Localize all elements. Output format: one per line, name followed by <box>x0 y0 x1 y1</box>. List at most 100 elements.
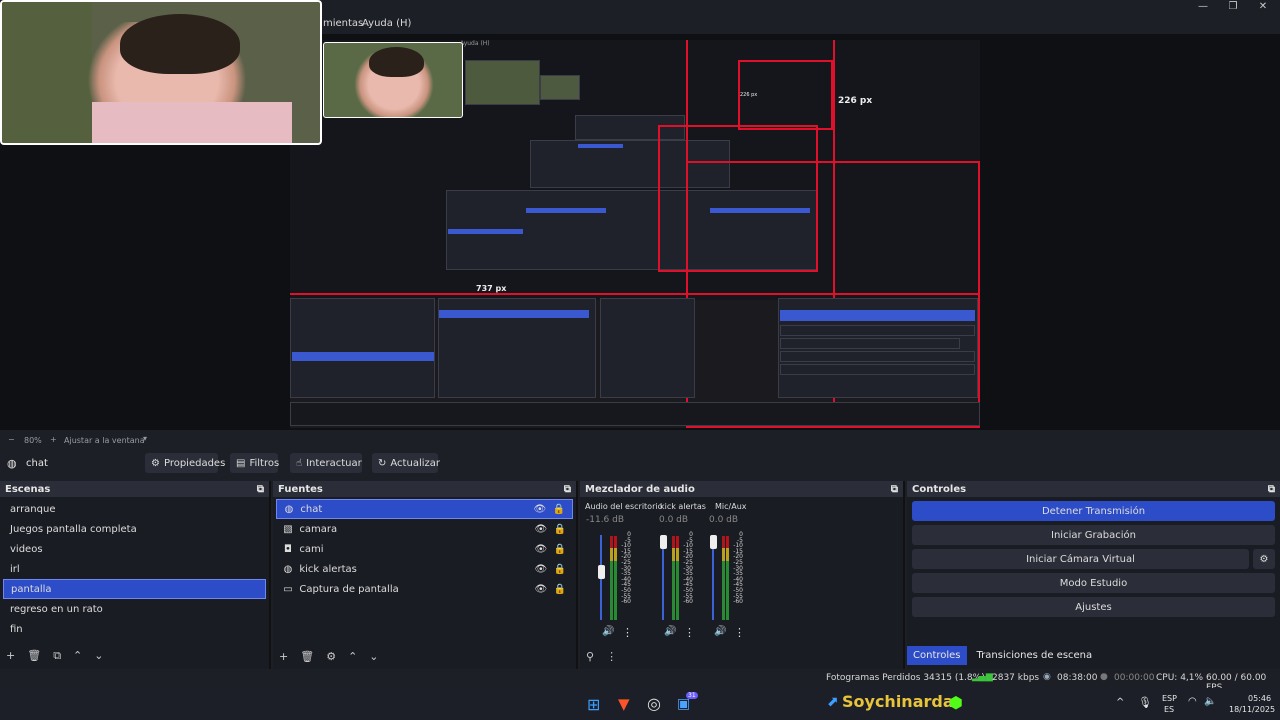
gear-icon[interactable]: ⚙ <box>326 650 336 663</box>
properties-button[interactable]: ⚙ Propiedades <box>145 453 225 473</box>
more-icon[interactable]: ⋮ <box>622 626 633 639</box>
chevron-up-icon[interactable]: ^ <box>1116 697 1124 708</box>
lock-icon[interactable]: 🔒 <box>554 524 566 535</box>
channel-db: -11.6 dB <box>586 515 625 525</box>
chevron-down-icon[interactable]: ▾ <box>143 434 147 443</box>
trash-icon[interactable]: 🗑 <box>27 649 41 663</box>
obs-icon[interactable]: ◎ <box>647 694 661 713</box>
settings-button[interactable]: Ajustes <box>912 597 1275 617</box>
trash-icon[interactable]: 🗑 <box>300 650 314 663</box>
source-item[interactable]: ◍ kick alertas 👁 🔒 <box>276 559 573 579</box>
scene-item[interactable]: arranque <box>3 499 266 519</box>
gear-icon[interactable]: ⚙ <box>1253 549 1275 569</box>
eye-icon[interactable]: 👁 <box>534 584 547 595</box>
lock-icon[interactable]: 🔒 <box>553 504 565 515</box>
start-recording-button[interactable]: Iniciar Grabación <box>912 525 1275 545</box>
start-virtual-camera-button[interactable]: Iniciar Cámara Virtual <box>912 549 1249 569</box>
undock-icon[interactable]: ⧉ <box>564 484 571 495</box>
source-item-selected[interactable]: ◍ chat 👁 🔒 <box>276 499 573 519</box>
camera-icon: ◘ <box>284 543 292 555</box>
scene-item-selected[interactable]: pantalla <box>3 579 266 599</box>
interact-button[interactable]: ☝ Interactuar <box>290 453 362 473</box>
zoom-bar: − 80% + Ajustar a la ventana ▾ <box>0 432 1280 448</box>
menu-item-tools[interactable]: mientas <box>323 18 363 29</box>
source-item[interactable]: ▧ camara 👁 🔒 <box>276 519 573 539</box>
tab-controls[interactable]: Controles <box>907 646 967 665</box>
eye-icon[interactable]: 👁 <box>534 524 547 535</box>
webcam-overlay[interactable] <box>0 0 322 145</box>
brave-browser-icon[interactable]: ▼ <box>618 695 630 713</box>
undock-icon[interactable]: ⧉ <box>1268 484 1275 495</box>
volume-fader-handle[interactable] <box>598 565 605 579</box>
speaker-icon[interactable]: 🔊 <box>664 626 676 637</box>
channel-db: 0.0 dB <box>709 515 739 525</box>
add-icon[interactable]: + <box>6 649 15 663</box>
zoom-in-button[interactable]: + <box>50 435 57 444</box>
minimize-button[interactable]: — <box>1188 0 1218 14</box>
channel-name: kick alertas <box>660 502 706 511</box>
speaker-icon[interactable]: 🔈 <box>1204 696 1216 707</box>
measure-label-top: 226 px <box>838 96 873 106</box>
volume-fader-handle[interactable] <box>710 535 717 549</box>
db-scale: 0 -5 -10 -15 -20 -25 -30 -35 -40 -45 -50 -55 -60 <box>617 532 631 605</box>
down-icon[interactable]: ⌄ <box>94 649 103 663</box>
speaker-icon[interactable]: 🔊 <box>602 626 614 637</box>
channel-db: 0.0 dB <box>659 515 689 525</box>
bitrate: 2837 kbps <box>992 673 1040 683</box>
scene-item[interactable]: regreso en un rato <box>3 599 266 619</box>
more-icon[interactable]: ⋮ <box>606 650 617 663</box>
refresh-button[interactable]: ↻ Actualizar <box>372 453 440 473</box>
link-icon[interactable]: ⚲ <box>586 650 594 663</box>
scenes-title: Escenas <box>5 483 51 495</box>
taskbar: ⊞ ▼ ◎ ▣ 31 ⬈ Soychinarda ⬢ ^ 🎙 ESP ES ◠ … <box>0 688 1280 720</box>
lock-icon[interactable]: 🔒 <box>554 584 566 595</box>
studio-mode-button[interactable]: Modo Estudio <box>912 573 1275 593</box>
down-icon[interactable]: ⌄ <box>369 650 378 663</box>
scene-item[interactable]: fin <box>3 619 266 639</box>
kick-icon[interactable]: ⬢ <box>949 693 963 712</box>
brand-logo-icon: ⬈ <box>827 694 839 710</box>
scene-item[interactable]: Juegos pantalla completa <box>3 519 266 539</box>
lock-icon[interactable]: 🔒 <box>554 544 566 555</box>
filters-button[interactable]: ▤ Filtros <box>230 453 279 473</box>
menu-item-help[interactable]: Ayuda (H) <box>362 18 411 29</box>
source-item[interactable]: ◘ cami 👁 🔒 <box>276 539 573 559</box>
tab-scene-transitions[interactable]: Transiciones de escena <box>971 646 1099 665</box>
clock-time[interactable]: 05:46 <box>1248 694 1271 703</box>
maximize-button[interactable]: ❐ <box>1218 0 1248 14</box>
zoom-out-button[interactable]: − <box>8 435 15 444</box>
copy-icon[interactable]: ⧉ <box>53 649 61 663</box>
wifi-icon[interactable]: ◠ <box>1188 696 1197 707</box>
refresh-label: Actualizar <box>390 457 440 469</box>
scene-item[interactable]: irl <box>3 559 266 579</box>
speaker-icon[interactable]: 🔊 <box>714 626 726 637</box>
language-code[interactable]: ESP <box>1162 694 1177 703</box>
eye-icon[interactable]: 👁 <box>534 564 547 575</box>
source-item[interactable]: ▭ Captura de pantalla 👁 🔒 <box>276 579 573 599</box>
fit-window-label[interactable]: Ajustar a la ventana <box>64 436 145 445</box>
cpu-usage: CPU: 4,1% <box>1156 673 1204 683</box>
volume-fader-handle[interactable] <box>660 535 667 549</box>
db-scale-tick: -60 <box>621 598 631 606</box>
more-icon[interactable]: ⋮ <box>684 626 695 639</box>
microphone-icon[interactable]: 🎙 <box>1138 696 1152 709</box>
hand-icon: ☝ <box>296 457 303 469</box>
windows-start-icon[interactable]: ⊞ <box>587 695 600 714</box>
add-icon[interactable]: + <box>279 650 288 663</box>
up-icon[interactable]: ⌃ <box>73 649 82 663</box>
scenes-panel: Escenas ⧉ arranque Juegos pantalla comple… <box>0 481 271 669</box>
scene-item[interactable]: videos <box>3 539 266 559</box>
up-icon[interactable]: ⌃ <box>348 650 357 663</box>
db-scale: 0 -5 -10 -15 -20 -25 -30 -35 -40 -45 -50 -55 -60 <box>729 532 743 605</box>
level-meter <box>672 536 675 620</box>
more-icon[interactable]: ⋮ <box>734 626 745 639</box>
close-button[interactable]: ✕ <box>1248 0 1278 14</box>
filter-icon: ▤ <box>236 457 246 469</box>
eye-icon[interactable]: 👁 <box>534 544 547 555</box>
undock-icon[interactable]: ⧉ <box>891 484 898 495</box>
undock-icon[interactable]: ⧉ <box>257 484 264 495</box>
lock-icon[interactable]: 🔒 <box>554 564 566 575</box>
stop-stream-button[interactable]: Detener Transmisión <box>912 501 1275 521</box>
clock-date[interactable]: 18/11/2025 <box>1229 705 1275 714</box>
eye-icon[interactable]: 👁 <box>533 504 546 515</box>
